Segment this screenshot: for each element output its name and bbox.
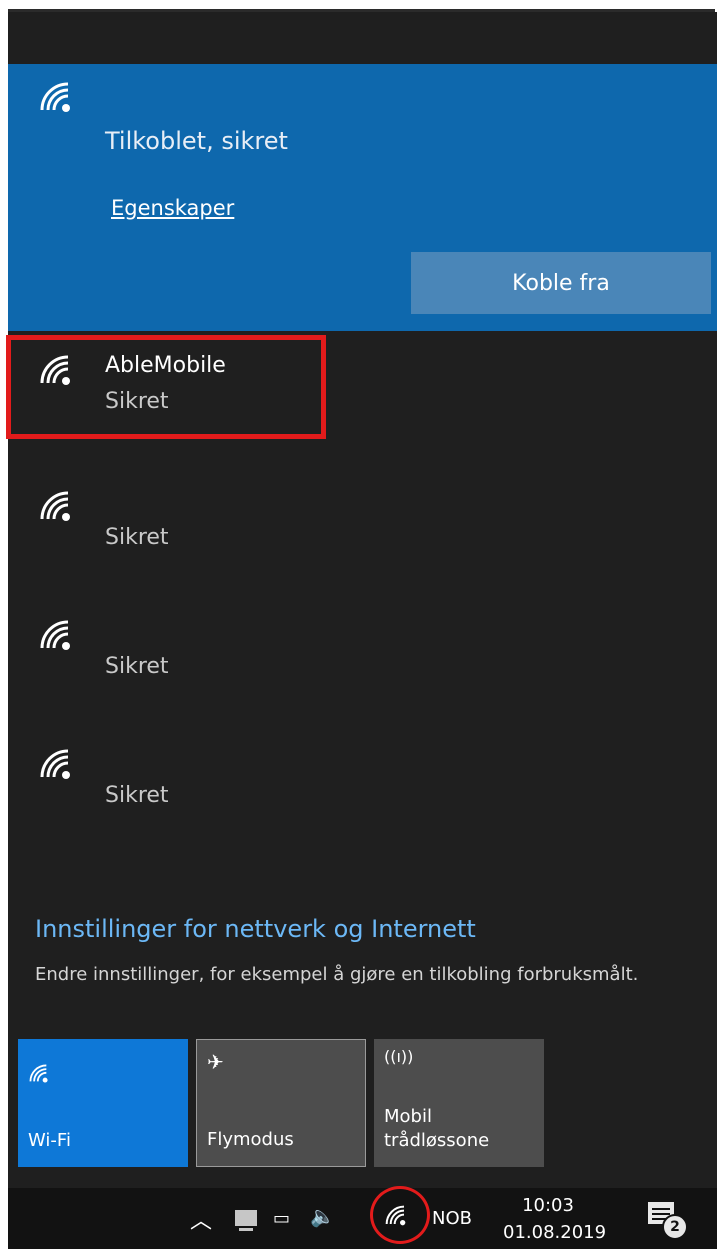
network-settings-description: Endre innstillinger, for eksempel å gjør… bbox=[35, 964, 639, 985]
connection-status: Tilkoblet, sikret bbox=[105, 127, 288, 155]
clock[interactable]: 10:03 01.08.2019 bbox=[503, 1192, 607, 1246]
airplane-mode-tile[interactable]: ✈ Flymodus bbox=[196, 1039, 366, 1167]
tile-label: Wi-Fi bbox=[28, 1130, 71, 1151]
tile-label: Flymodus bbox=[207, 1129, 294, 1150]
network-item[interactable]: Sikret bbox=[8, 596, 717, 706]
disconnect-button[interactable]: Koble fra bbox=[411, 252, 711, 314]
clock-time: 10:03 bbox=[522, 1195, 574, 1216]
monitor-icon[interactable] bbox=[235, 1210, 257, 1231]
notification-center-icon[interactable]: 2 bbox=[648, 1202, 688, 1240]
properties-link[interactable]: Egenskaper bbox=[111, 196, 234, 220]
network-item[interactable]: Sikret bbox=[8, 467, 717, 577]
wifi-icon[interactable] bbox=[384, 1204, 408, 1228]
language-indicator[interactable]: NOB bbox=[432, 1208, 472, 1229]
tile-label: Mobil trådløssone bbox=[384, 1106, 490, 1151]
chevron-up-icon[interactable]: ︿ bbox=[190, 1203, 212, 1235]
connected-network[interactable]: Tilkoblet, sikret Egenskaper Koble fra bbox=[8, 38, 717, 331]
network-name: AbleMobile bbox=[105, 353, 226, 378]
network-status: Sikret bbox=[105, 654, 169, 679]
network-item[interactable]: AbleMobile Sikret bbox=[6, 331, 717, 441]
mobile-hotspot-tile[interactable]: ((ı)) Mobil trådløssone bbox=[374, 1039, 544, 1167]
wifi-signal-icon bbox=[38, 353, 74, 389]
notification-count: 2 bbox=[662, 1214, 688, 1240]
hotspot-icon: ((ı)) bbox=[384, 1047, 414, 1066]
wifi-toggle-tile[interactable]: Wi-Fi bbox=[18, 1039, 188, 1167]
taskbar: ︿ ▭ 🔈 NOB 10:03 01.08.2019 2 bbox=[8, 1186, 717, 1249]
network-status: Sikret bbox=[105, 525, 169, 550]
clock-date: 01.08.2019 bbox=[503, 1222, 607, 1243]
network-status: Sikret bbox=[105, 783, 169, 808]
wifi-signal-icon bbox=[38, 489, 74, 525]
connected-top-strip bbox=[8, 38, 717, 64]
top-strip bbox=[0, 0, 717, 12]
wifi-icon bbox=[28, 1063, 50, 1085]
volume-icon[interactable]: 🔈 bbox=[310, 1204, 335, 1228]
wifi-signal-icon bbox=[38, 618, 74, 654]
network-item[interactable]: Sikret bbox=[8, 725, 717, 835]
battery-icon[interactable]: ▭ bbox=[273, 1208, 290, 1229]
wifi-signal-icon bbox=[38, 80, 74, 116]
network-flyout: Tilkoblet, sikret Egenskaper Koble fra A… bbox=[6, 12, 717, 1188]
network-status: Sikret bbox=[105, 389, 169, 414]
airplane-icon: ✈ bbox=[207, 1050, 224, 1074]
network-settings-link[interactable]: Innstillinger for nettverk og Internett bbox=[35, 915, 476, 943]
wifi-signal-icon bbox=[38, 747, 74, 783]
